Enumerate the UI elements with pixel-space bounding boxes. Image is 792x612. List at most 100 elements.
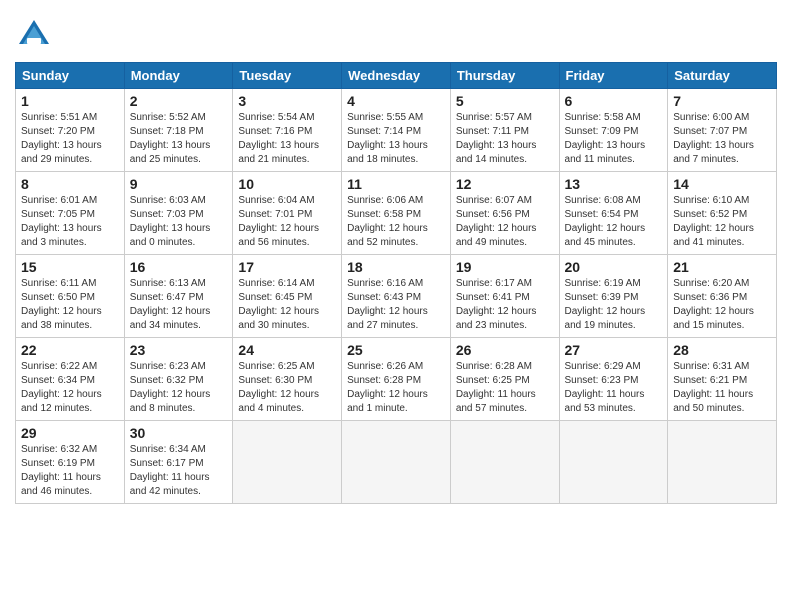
logo-icon <box>15 16 53 54</box>
sunrise-label: Sunrise: 6:26 AM <box>347 361 423 372</box>
sunset-label: Sunset: 7:20 PM <box>21 126 95 137</box>
daylight-label: Daylight: 12 hours and 12 minutes. <box>21 389 102 414</box>
calendar-cell: 20 Sunrise: 6:19 AM Sunset: 6:39 PM Dayl… <box>559 255 668 338</box>
calendar-cell <box>668 421 777 504</box>
calendar-cell: 18 Sunrise: 6:16 AM Sunset: 6:43 PM Dayl… <box>342 255 451 338</box>
sunrise-label: Sunrise: 6:29 AM <box>565 361 641 372</box>
sunrise-label: Sunrise: 6:31 AM <box>673 361 749 372</box>
calendar-cell <box>559 421 668 504</box>
calendar-cell: 12 Sunrise: 6:07 AM Sunset: 6:56 PM Dayl… <box>450 172 559 255</box>
day-number: 30 <box>130 425 228 441</box>
calendar-cell: 29 Sunrise: 6:32 AM Sunset: 6:19 PM Dayl… <box>16 421 125 504</box>
day-number: 15 <box>21 259 119 275</box>
sunrise-label: Sunrise: 5:55 AM <box>347 112 423 123</box>
day-number: 22 <box>21 342 119 358</box>
calendar-cell: 23 Sunrise: 6:23 AM Sunset: 6:32 PM Dayl… <box>124 338 233 421</box>
sunset-label: Sunset: 7:05 PM <box>21 209 95 220</box>
daylight-label: Daylight: 13 hours and 21 minutes. <box>238 140 319 165</box>
daylight-label: Daylight: 11 hours and 42 minutes. <box>130 472 210 497</box>
daylight-label: Daylight: 13 hours and 14 minutes. <box>456 140 537 165</box>
sunset-label: Sunset: 6:19 PM <box>21 458 95 469</box>
day-number: 1 <box>21 93 119 109</box>
logo <box>15 16 57 54</box>
calendar-cell: 8 Sunrise: 6:01 AM Sunset: 7:05 PM Dayli… <box>16 172 125 255</box>
calendar-cell: 27 Sunrise: 6:29 AM Sunset: 6:23 PM Dayl… <box>559 338 668 421</box>
sunset-label: Sunset: 7:09 PM <box>565 126 639 137</box>
day-info: Sunrise: 5:58 AM Sunset: 7:09 PM Dayligh… <box>565 111 663 167</box>
weekday-header-row: SundayMondayTuesdayWednesdayThursdayFrid… <box>16 63 777 89</box>
day-info: Sunrise: 6:32 AM Sunset: 6:19 PM Dayligh… <box>21 443 119 499</box>
sunrise-label: Sunrise: 6:14 AM <box>238 278 314 289</box>
day-info: Sunrise: 6:03 AM Sunset: 7:03 PM Dayligh… <box>130 194 228 250</box>
daylight-label: Daylight: 12 hours and 52 minutes. <box>347 223 428 248</box>
sunset-label: Sunset: 6:43 PM <box>347 292 421 303</box>
day-number: 16 <box>130 259 228 275</box>
sunset-label: Sunset: 7:11 PM <box>456 126 529 137</box>
day-info: Sunrise: 6:25 AM Sunset: 6:30 PM Dayligh… <box>238 360 336 416</box>
sunrise-label: Sunrise: 6:00 AM <box>673 112 749 123</box>
day-info: Sunrise: 6:04 AM Sunset: 7:01 PM Dayligh… <box>238 194 336 250</box>
sunset-label: Sunset: 6:54 PM <box>565 209 639 220</box>
weekday-header-monday: Monday <box>124 63 233 89</box>
calendar-cell: 6 Sunrise: 5:58 AM Sunset: 7:09 PM Dayli… <box>559 89 668 172</box>
calendar-cell <box>233 421 342 504</box>
sunrise-label: Sunrise: 6:34 AM <box>130 444 206 455</box>
daylight-label: Daylight: 12 hours and 15 minutes. <box>673 306 754 331</box>
calendar-cell: 30 Sunrise: 6:34 AM Sunset: 6:17 PM Dayl… <box>124 421 233 504</box>
daylight-label: Daylight: 13 hours and 0 minutes. <box>130 223 211 248</box>
sunset-label: Sunset: 6:25 PM <box>456 375 530 386</box>
day-number: 8 <box>21 176 119 192</box>
calendar-week-row-5: 29 Sunrise: 6:32 AM Sunset: 6:19 PM Dayl… <box>16 421 777 504</box>
sunrise-label: Sunrise: 5:58 AM <box>565 112 641 123</box>
day-info: Sunrise: 5:57 AM Sunset: 7:11 PM Dayligh… <box>456 111 554 167</box>
day-number: 19 <box>456 259 554 275</box>
sunset-label: Sunset: 6:47 PM <box>130 292 204 303</box>
day-info: Sunrise: 6:00 AM Sunset: 7:07 PM Dayligh… <box>673 111 771 167</box>
calendar-week-row-4: 22 Sunrise: 6:22 AM Sunset: 6:34 PM Dayl… <box>16 338 777 421</box>
sunrise-label: Sunrise: 6:01 AM <box>21 195 97 206</box>
sunrise-label: Sunrise: 5:52 AM <box>130 112 206 123</box>
page: SundayMondayTuesdayWednesdayThursdayFrid… <box>0 0 792 519</box>
calendar-cell: 2 Sunrise: 5:52 AM Sunset: 7:18 PM Dayli… <box>124 89 233 172</box>
sunrise-label: Sunrise: 6:11 AM <box>21 278 96 289</box>
daylight-label: Daylight: 12 hours and 23 minutes. <box>456 306 537 331</box>
daylight-label: Daylight: 13 hours and 25 minutes. <box>130 140 211 165</box>
sunrise-label: Sunrise: 6:07 AM <box>456 195 532 206</box>
day-number: 25 <box>347 342 445 358</box>
sunset-label: Sunset: 7:16 PM <box>238 126 312 137</box>
daylight-label: Daylight: 11 hours and 57 minutes. <box>456 389 536 414</box>
calendar-cell: 21 Sunrise: 6:20 AM Sunset: 6:36 PM Dayl… <box>668 255 777 338</box>
day-info: Sunrise: 6:28 AM Sunset: 6:25 PM Dayligh… <box>456 360 554 416</box>
weekday-header-thursday: Thursday <box>450 63 559 89</box>
daylight-label: Daylight: 13 hours and 7 minutes. <box>673 140 754 165</box>
day-number: 21 <box>673 259 771 275</box>
day-number: 24 <box>238 342 336 358</box>
sunrise-label: Sunrise: 6:06 AM <box>347 195 423 206</box>
calendar-cell: 7 Sunrise: 6:00 AM Sunset: 7:07 PM Dayli… <box>668 89 777 172</box>
calendar-week-row-2: 8 Sunrise: 6:01 AM Sunset: 7:05 PM Dayli… <box>16 172 777 255</box>
day-number: 7 <box>673 93 771 109</box>
calendar-cell: 19 Sunrise: 6:17 AM Sunset: 6:41 PM Dayl… <box>450 255 559 338</box>
calendar-cell: 9 Sunrise: 6:03 AM Sunset: 7:03 PM Dayli… <box>124 172 233 255</box>
day-info: Sunrise: 6:10 AM Sunset: 6:52 PM Dayligh… <box>673 194 771 250</box>
day-info: Sunrise: 6:06 AM Sunset: 6:58 PM Dayligh… <box>347 194 445 250</box>
daylight-label: Daylight: 12 hours and 19 minutes. <box>565 306 646 331</box>
weekday-header-wednesday: Wednesday <box>342 63 451 89</box>
calendar-cell: 11 Sunrise: 6:06 AM Sunset: 6:58 PM Dayl… <box>342 172 451 255</box>
daylight-label: Daylight: 12 hours and 56 minutes. <box>238 223 319 248</box>
day-number: 26 <box>456 342 554 358</box>
weekday-header-friday: Friday <box>559 63 668 89</box>
daylight-label: Daylight: 13 hours and 29 minutes. <box>21 140 102 165</box>
sunset-label: Sunset: 6:34 PM <box>21 375 95 386</box>
daylight-label: Daylight: 13 hours and 3 minutes. <box>21 223 102 248</box>
day-info: Sunrise: 6:14 AM Sunset: 6:45 PM Dayligh… <box>238 277 336 333</box>
day-number: 14 <box>673 176 771 192</box>
sunset-label: Sunset: 6:50 PM <box>21 292 95 303</box>
sunset-label: Sunset: 6:17 PM <box>130 458 204 469</box>
day-number: 11 <box>347 176 445 192</box>
day-info: Sunrise: 6:26 AM Sunset: 6:28 PM Dayligh… <box>347 360 445 416</box>
daylight-label: Daylight: 12 hours and 41 minutes. <box>673 223 754 248</box>
daylight-label: Daylight: 13 hours and 11 minutes. <box>565 140 646 165</box>
calendar-cell: 26 Sunrise: 6:28 AM Sunset: 6:25 PM Dayl… <box>450 338 559 421</box>
daylight-label: Daylight: 12 hours and 49 minutes. <box>456 223 537 248</box>
